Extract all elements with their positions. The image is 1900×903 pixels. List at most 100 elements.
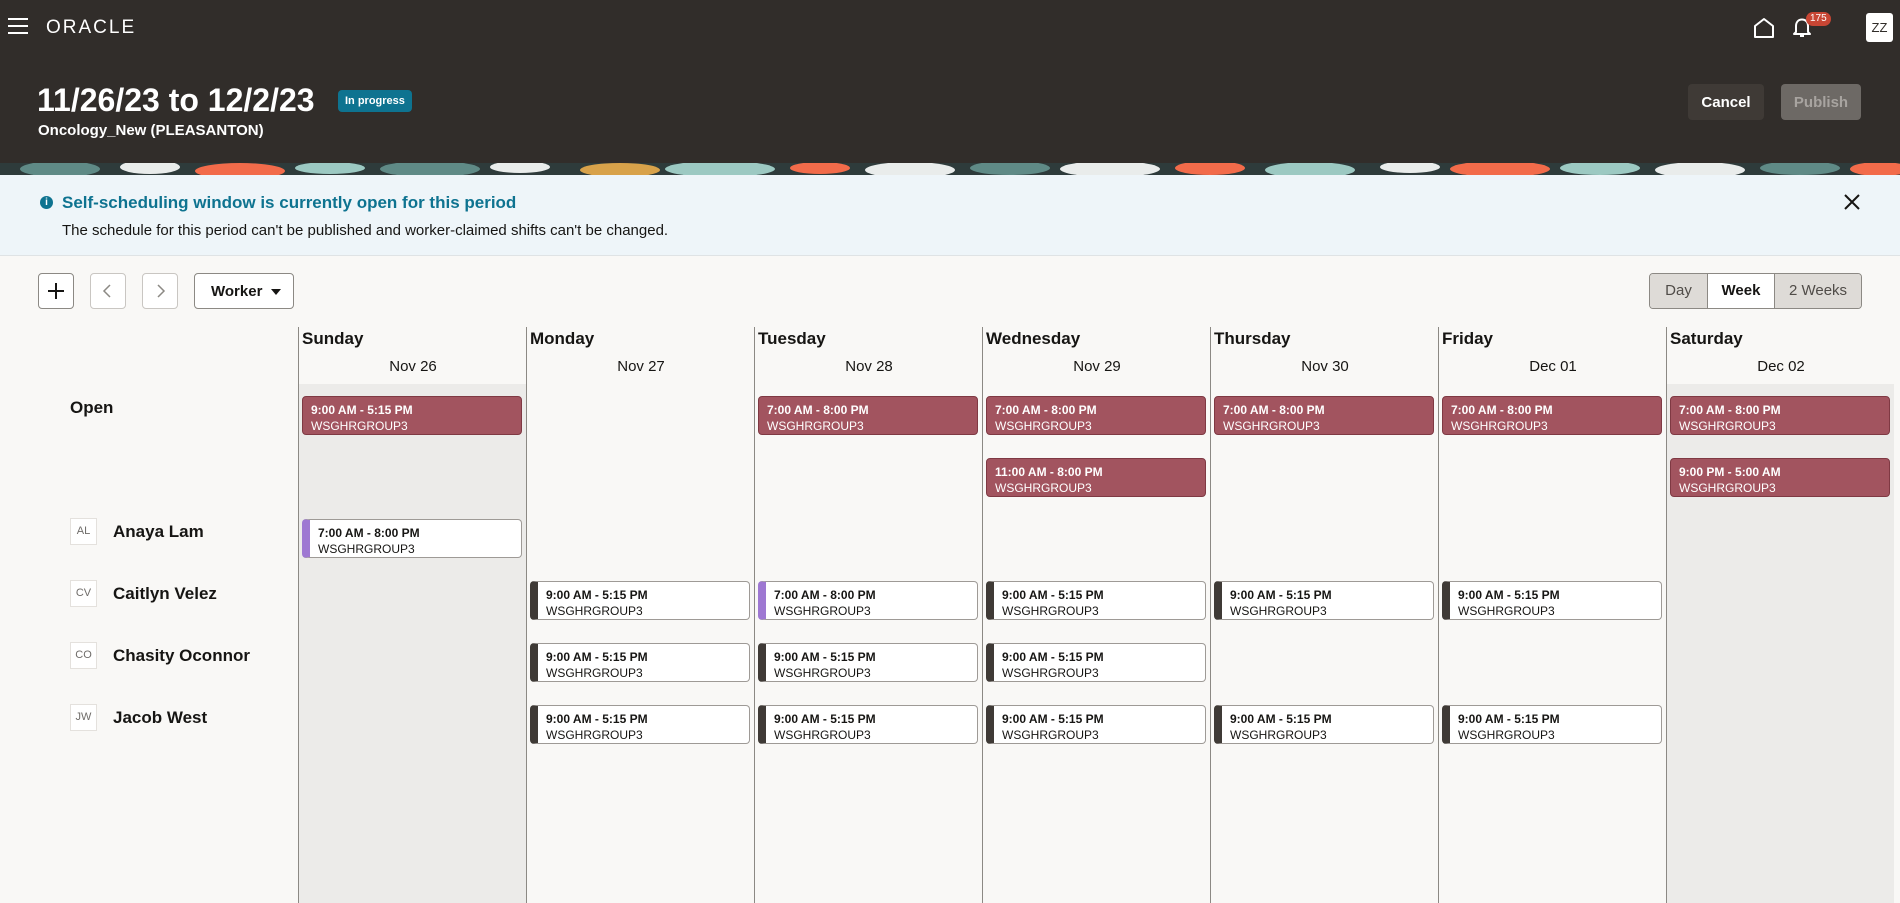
shift-group: WSGHRGROUP3 <box>1002 604 1099 618</box>
view-day-button[interactable]: Day <box>1650 274 1708 308</box>
claimed-shift[interactable]: 7:00 AM - 8:00 PM WSGHRGROUP3 <box>758 581 978 620</box>
home-icon[interactable] <box>1752 16 1776 40</box>
shift-time: 7:00 AM - 8:00 PM <box>1451 403 1553 417</box>
previous-period-button[interactable] <box>90 273 126 309</box>
shift-time: 7:00 AM - 8:00 PM <box>774 588 876 602</box>
shift-time: 9:00 AM - 5:15 PM <box>1002 650 1104 664</box>
next-period-button[interactable] <box>142 273 178 309</box>
day-name: Thursday <box>1214 329 1291 348</box>
user-avatar[interactable]: ZZ <box>1866 13 1893 42</box>
shift-time: 9:00 AM - 5:15 PM <box>1230 712 1332 726</box>
shift-group: WSGHRGROUP3 <box>1230 604 1327 618</box>
menu-icon[interactable] <box>8 18 28 34</box>
open-shift[interactable]: 9:00 AM - 5:15 PM WSGHRGROUP3 <box>302 396 522 435</box>
publish-button[interactable]: Publish <box>1781 84 1861 120</box>
chevron-left-icon <box>102 284 111 298</box>
worker-name[interactable]: Chasity Oconnor <box>113 646 250 666</box>
assigned-shift[interactable]: 9:00 AM - 5:15 PM WSGHRGROUP3 <box>1214 581 1434 620</box>
avatar: JW <box>70 704 97 731</box>
open-shifts-label: Open <box>70 398 114 417</box>
shift-time: 7:00 AM - 8:00 PM <box>318 526 420 540</box>
assigned-shift[interactable]: 9:00 AM - 5:15 PM WSGHRGROUP3 <box>1214 705 1434 744</box>
open-shift[interactable]: 7:00 AM - 8:00 PM WSGHRGROUP3 <box>1442 396 1662 435</box>
shift-group: WSGHRGROUP3 <box>1223 419 1320 433</box>
worker-name[interactable]: Anaya Lam <box>113 522 204 542</box>
avatar: AL <box>70 518 97 545</box>
shift-group: WSGHRGROUP3 <box>1451 419 1548 433</box>
day-name: Friday <box>1442 329 1494 348</box>
avatar: CV <box>70 580 97 607</box>
view-by-value: Worker <box>211 283 263 300</box>
open-shift[interactable]: 7:00 AM - 8:00 PM WSGHRGROUP3 <box>1670 396 1890 435</box>
day-date: Nov 30 <box>1301 358 1349 375</box>
assigned-shift[interactable]: 9:00 AM - 5:15 PM WSGHRGROUP3 <box>986 705 1206 744</box>
view-2weeks-button[interactable]: 2 Weeks <box>1775 274 1861 308</box>
shift-group: WSGHRGROUP3 <box>546 604 643 618</box>
info-icon: i <box>40 196 53 209</box>
shift-group: WSGHRGROUP3 <box>318 542 415 556</box>
claimed-shift[interactable]: 7:00 AM - 8:00 PM WSGHRGROUP3 <box>302 519 522 558</box>
oracle-logo[interactable]: ORACLE <box>46 17 136 39</box>
shift-group: WSGHRGROUP3 <box>311 419 408 433</box>
day-header: Monday Nov 27 <box>527 327 755 384</box>
add-shift-button[interactable] <box>38 273 74 309</box>
view-toggle: Day Week 2 Weeks <box>1649 273 1862 309</box>
day-date: Dec 02 <box>1757 358 1805 375</box>
assigned-shift[interactable]: 9:00 AM - 5:15 PM WSGHRGROUP3 <box>530 581 750 620</box>
open-shift[interactable]: 7:00 AM - 8:00 PM WSGHRGROUP3 <box>1214 396 1434 435</box>
assigned-shift[interactable]: 9:00 AM - 5:15 PM WSGHRGROUP3 <box>1442 581 1662 620</box>
view-week-button[interactable]: Week <box>1708 274 1775 308</box>
shift-group: WSGHRGROUP3 <box>546 728 643 742</box>
shift-time: 7:00 AM - 8:00 PM <box>1679 403 1781 417</box>
shift-group: WSGHRGROUP3 <box>1230 728 1327 742</box>
open-shift[interactable]: 7:00 AM - 8:00 PM WSGHRGROUP3 <box>986 396 1206 435</box>
open-shift[interactable]: 11:00 AM - 8:00 PM WSGHRGROUP3 <box>986 458 1206 497</box>
assigned-shift[interactable]: 9:00 AM - 5:15 PM WSGHRGROUP3 <box>530 705 750 744</box>
assigned-shift[interactable]: 9:00 AM - 5:15 PM WSGHRGROUP3 <box>986 643 1206 682</box>
day-date: Nov 28 <box>845 358 893 375</box>
shift-group: WSGHRGROUP3 <box>1679 481 1776 495</box>
shift-time: 9:00 AM - 5:15 PM <box>1230 588 1332 602</box>
worker-name[interactable]: Caitlyn Velez <box>113 584 217 604</box>
caret-down-icon <box>271 289 281 295</box>
worker-name[interactable]: Jacob West <box>113 708 207 728</box>
notification-count-badge: 175 <box>1806 12 1831 26</box>
assigned-shift[interactable]: 9:00 AM - 5:15 PM WSGHRGROUP3 <box>758 643 978 682</box>
view-by-select[interactable]: Worker <box>194 273 294 309</box>
shift-group: WSGHRGROUP3 <box>774 666 871 680</box>
assigned-shift[interactable]: 9:00 AM - 5:15 PM WSGHRGROUP3 <box>986 581 1206 620</box>
day-name: Saturday <box>1670 329 1743 348</box>
plus-icon <box>48 283 64 299</box>
decorative-banner <box>0 163 1900 175</box>
day-header: Thursday Nov 30 <box>1211 327 1439 384</box>
day-date: Nov 26 <box>389 358 437 375</box>
shift-group: WSGHRGROUP3 <box>774 728 871 742</box>
shift-time: 9:00 AM - 5:15 PM <box>1002 588 1104 602</box>
day-header: Tuesday Nov 28 <box>755 327 983 384</box>
shift-time: 11:00 AM - 8:00 PM <box>995 465 1103 479</box>
day-name: Monday <box>530 329 595 348</box>
day-header: Wednesday Nov 29 <box>983 327 1211 384</box>
cancel-button[interactable]: Cancel <box>1688 84 1764 120</box>
day-date: Nov 29 <box>1073 358 1121 375</box>
avatar: CO <box>70 642 97 669</box>
assigned-shift[interactable]: 9:00 AM - 5:15 PM WSGHRGROUP3 <box>758 705 978 744</box>
day-name: Tuesday <box>758 329 826 348</box>
app-header: ORACLE 175 ZZ 11/26/23 to 12/2/23 In pro… <box>0 0 1900 163</box>
shift-group: WSGHRGROUP3 <box>774 604 871 618</box>
page-subtitle: Oncology_New (PLEASANTON) <box>38 122 264 139</box>
assigned-shift[interactable]: 9:00 AM - 5:15 PM WSGHRGROUP3 <box>530 643 750 682</box>
shift-time: 9:00 AM - 5:15 PM <box>774 712 876 726</box>
open-shift[interactable]: 9:00 PM - 5:00 AM WSGHRGROUP3 <box>1670 458 1890 497</box>
shift-time: 7:00 AM - 8:00 PM <box>1223 403 1325 417</box>
shift-time: 9:00 AM - 5:15 PM <box>1458 712 1560 726</box>
chevron-right-icon <box>157 284 166 298</box>
assigned-shift[interactable]: 9:00 AM - 5:15 PM WSGHRGROUP3 <box>1442 705 1662 744</box>
shift-group: WSGHRGROUP3 <box>1002 666 1099 680</box>
info-message: i Self-scheduling window is currently op… <box>0 175 1900 256</box>
open-shift[interactable]: 7:00 AM - 8:00 PM WSGHRGROUP3 <box>758 396 978 435</box>
shift-time: 9:00 AM - 5:15 PM <box>1458 588 1560 602</box>
close-icon[interactable] <box>1841 191 1863 213</box>
message-body: The schedule for this period can't be pu… <box>62 222 669 239</box>
shift-group: WSGHRGROUP3 <box>1458 728 1555 742</box>
